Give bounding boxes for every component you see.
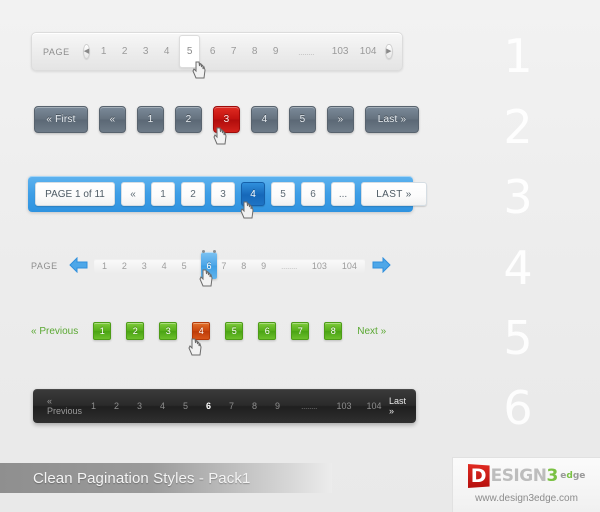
page-ellipsis: ........ bbox=[301, 401, 318, 411]
last-button[interactable]: Last » bbox=[365, 106, 419, 133]
page-button-4[interactable]: 4 bbox=[251, 106, 278, 133]
logo-edge-ge: ge bbox=[572, 471, 586, 481]
page-ellipsis: ........ bbox=[298, 46, 315, 57]
page-link-9[interactable]: 9 bbox=[261, 261, 266, 271]
circle-left-arrow-icon[interactable]: ◀ bbox=[82, 44, 91, 59]
page-link-104[interactable]: 104 bbox=[342, 261, 357, 271]
page-button-1[interactable]: 1 bbox=[137, 106, 164, 133]
page-link-8[interactable]: 8 bbox=[244, 44, 265, 59]
next-link[interactable]: Next » bbox=[357, 326, 386, 337]
page-link-3[interactable]: 3 bbox=[128, 401, 151, 411]
page-link-7[interactable]: 7 bbox=[221, 261, 226, 271]
logo-edge: edge bbox=[560, 471, 585, 481]
pagination-style-5: « Previous 1 2 3 4 5 6 7 8 Next » bbox=[31, 322, 386, 340]
previous-link[interactable]: « Previous bbox=[31, 326, 78, 337]
logo-letter-d: D bbox=[467, 464, 490, 488]
mouse-cursor-5 bbox=[188, 338, 202, 356]
page-button-2[interactable]: 2 bbox=[181, 182, 205, 206]
page-ellipsis: ... bbox=[331, 182, 355, 206]
mouse-cursor-4 bbox=[199, 269, 213, 287]
page-label: PAGE bbox=[31, 261, 58, 271]
page-link-9[interactable]: 9 bbox=[266, 401, 289, 411]
page-link-8[interactable]: 8 bbox=[243, 401, 266, 411]
page-link-4[interactable]: 4 bbox=[162, 261, 167, 271]
page-square-1[interactable]: 1 bbox=[93, 322, 112, 340]
step-number-3: 3 bbox=[503, 170, 533, 224]
brand-logo: D ESIGN 3 edge www.design3edge.com bbox=[452, 457, 600, 512]
step-number-5: 5 bbox=[503, 311, 533, 365]
step-number-4: 4 bbox=[503, 241, 533, 295]
pagination-styles-showcase: 1 2 3 4 5 6 PAGE ◀ 1 2 3 4 5 6 7 8 9 ...… bbox=[0, 0, 600, 512]
circle-right-arrow-icon[interactable]: ▶ bbox=[385, 44, 393, 59]
page-square-7[interactable]: 7 bbox=[291, 322, 310, 340]
next-button[interactable]: » bbox=[327, 106, 354, 133]
prev-button[interactable]: « bbox=[99, 106, 126, 133]
right-arrow-icon[interactable] bbox=[372, 257, 391, 273]
page-link-4[interactable]: 4 bbox=[151, 401, 174, 411]
page-link-103[interactable]: 103 bbox=[326, 44, 354, 59]
page-square-3[interactable]: 3 bbox=[159, 322, 178, 340]
page-link-7[interactable]: 7 bbox=[223, 44, 244, 59]
page-link-6[interactable]: 6 bbox=[202, 44, 223, 59]
page-link-7[interactable]: 7 bbox=[220, 401, 243, 411]
page-info-label: PAGE 1 of 11 bbox=[35, 182, 115, 206]
pagination-style-1: PAGE ◀ 1 2 3 4 5 6 7 8 9 ........ 103 10… bbox=[31, 32, 403, 71]
page-title: Clean Pagination Styles - Pack1 bbox=[33, 469, 251, 487]
footer-title-bar: Clean Pagination Styles - Pack1 bbox=[0, 463, 332, 493]
page-button-5[interactable]: 5 bbox=[289, 106, 316, 133]
logo-three: 3 bbox=[546, 466, 559, 486]
step-number-2: 2 bbox=[503, 100, 533, 154]
page-number-list: 1 2 3 4 5 6 7 8 9 ........ 103 104 bbox=[94, 258, 365, 274]
logo-wordmark: D ESIGN 3 edge bbox=[453, 463, 600, 489]
page-ellipsis: ........ bbox=[281, 261, 298, 271]
left-arrow-icon[interactable] bbox=[69, 257, 88, 273]
last-link[interactable]: Last » bbox=[389, 396, 406, 416]
logo-url: www.design3edge.com bbox=[475, 493, 578, 504]
page-link-1[interactable]: 1 bbox=[102, 261, 107, 271]
page-link-103[interactable]: 103 bbox=[329, 401, 359, 411]
page-button-2[interactable]: 2 bbox=[175, 106, 202, 133]
page-button-6[interactable]: 6 bbox=[301, 182, 325, 206]
page-link-5[interactable]: 5 bbox=[174, 401, 197, 411]
first-button[interactable]: « First bbox=[34, 106, 88, 133]
page-link-3[interactable]: 3 bbox=[142, 261, 147, 271]
page-link-3[interactable]: 3 bbox=[135, 44, 156, 59]
page-button-5[interactable]: 5 bbox=[271, 182, 295, 206]
pagination-style-3: PAGE 1 of 11 « 1 2 3 4 5 6 ... LAST » bbox=[28, 176, 427, 212]
page-link-2[interactable]: 2 bbox=[105, 401, 128, 411]
page-button-3[interactable]: 3 bbox=[211, 182, 235, 206]
page-link-1[interactable]: 1 bbox=[82, 401, 105, 411]
mouse-cursor-1 bbox=[192, 61, 206, 79]
page-link-104[interactable]: 104 bbox=[354, 44, 382, 59]
page-link-1[interactable]: 1 bbox=[93, 44, 114, 59]
page-square-6[interactable]: 6 bbox=[258, 322, 277, 340]
page-square-5[interactable]: 5 bbox=[225, 322, 244, 340]
page-square-8[interactable]: 8 bbox=[324, 322, 343, 340]
mouse-cursor-3 bbox=[240, 201, 254, 219]
page-link-8[interactable]: 8 bbox=[241, 261, 246, 271]
previous-link[interactable]: « Previous bbox=[47, 396, 82, 416]
pagination-style-6: « Previous 1 2 3 4 5 6 7 8 9 ........ 10… bbox=[33, 389, 416, 423]
page-link-103[interactable]: 103 bbox=[312, 261, 327, 271]
page-link-2[interactable]: 2 bbox=[114, 44, 135, 59]
page-label: PAGE bbox=[43, 46, 70, 57]
mouse-cursor-2 bbox=[213, 127, 227, 145]
last-button[interactable]: LAST » bbox=[361, 182, 427, 206]
page-link-9[interactable]: 9 bbox=[265, 44, 286, 59]
step-number-6: 6 bbox=[503, 381, 533, 435]
page-button-1[interactable]: 1 bbox=[151, 182, 175, 206]
page-link-current[interactable]: 6 bbox=[197, 401, 220, 411]
step-number-1: 1 bbox=[503, 29, 533, 83]
page-link-2[interactable]: 2 bbox=[122, 261, 127, 271]
page-square-2[interactable]: 2 bbox=[126, 322, 145, 340]
prev-button[interactable]: « bbox=[121, 182, 145, 206]
page-link-104[interactable]: 104 bbox=[359, 401, 389, 411]
page-link-5[interactable]: 5 bbox=[182, 261, 187, 271]
page-link-4[interactable]: 4 bbox=[156, 44, 177, 59]
logo-esign: ESIGN bbox=[490, 466, 547, 486]
